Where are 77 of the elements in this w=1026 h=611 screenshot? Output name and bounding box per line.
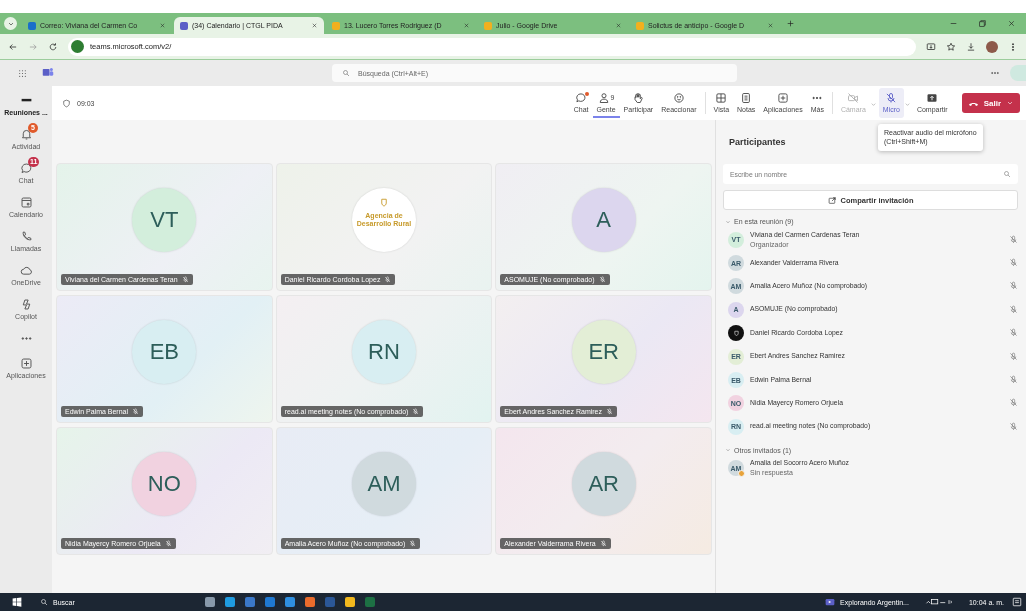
mic-off-icon <box>1009 304 1018 314</box>
mic-off-icon <box>1009 351 1018 361</box>
unread-dot <box>584 92 589 96</box>
avatar-initials: AM <box>352 452 416 516</box>
profile-avatar-icon[interactable] <box>986 40 998 53</box>
mic-off-icon <box>885 91 898 104</box>
search-icon <box>40 598 48 606</box>
close-icon[interactable] <box>311 22 318 29</box>
chevron-icon <box>725 218 731 225</box>
shield-icon <box>62 98 71 108</box>
chevron-icon <box>725 447 731 453</box>
close-icon[interactable] <box>767 22 774 29</box>
windows-start-icon[interactable] <box>12 597 22 607</box>
apps-icon <box>777 91 789 104</box>
mic-off-icon <box>1009 421 1018 431</box>
smile-icon <box>672 91 685 104</box>
close-icon[interactable] <box>463 22 470 29</box>
close-icon[interactable] <box>1007 19 1016 28</box>
notifications-icon[interactable] <box>1012 597 1022 607</box>
cloud-icon <box>19 264 33 277</box>
new-tab-icon[interactable] <box>786 19 795 28</box>
mic-off-icon <box>1009 375 1018 385</box>
search-icon <box>1003 170 1011 178</box>
apps-icon <box>19 357 33 370</box>
avatar-initials: ER <box>571 320 636 384</box>
emblem-icon <box>731 328 741 338</box>
mic-off-icon <box>1009 258 1018 268</box>
restore-icon[interactable] <box>978 19 987 28</box>
star-icon[interactable] <box>946 41 956 52</box>
mic-off-icon <box>1009 398 1018 408</box>
avatar-initials: NO <box>132 452 197 516</box>
mic-off-icon <box>1009 234 1018 244</box>
mic-off-icon <box>384 276 392 283</box>
avatar-initials: AR <box>571 452 636 516</box>
chat-icon <box>19 162 33 175</box>
share-icon <box>827 195 837 205</box>
mic-off-icon <box>409 540 417 547</box>
avatar-initials: RN <box>352 320 416 384</box>
emblem-icon <box>378 197 390 209</box>
mic-off-icon <box>1009 281 1018 291</box>
mic-off-icon <box>599 540 607 547</box>
chevron-down-icon <box>1006 99 1014 107</box>
leave-button[interactable]: Salir <box>961 93 1020 113</box>
chat-icon <box>575 91 588 104</box>
avatar-initials: A <box>571 188 636 252</box>
camera-off-icon <box>847 91 860 104</box>
reload-icon[interactable] <box>48 41 58 52</box>
teams-logo-icon[interactable] <box>42 66 54 78</box>
mic-off-icon <box>132 408 140 415</box>
close-icon[interactable] <box>615 22 622 29</box>
layout-icon <box>715 91 728 104</box>
app-launcher-icon[interactable] <box>18 68 27 78</box>
close-icon[interactable] <box>159 22 166 29</box>
panel-title: Participantes <box>729 137 786 147</box>
forward-icon[interactable] <box>28 41 38 52</box>
copilot-icon <box>19 298 33 311</box>
people-icon <box>597 91 610 104</box>
avatar-initials: VT <box>132 188 197 252</box>
share-icon <box>926 91 939 104</box>
mic-off-icon <box>412 408 420 415</box>
back-icon[interactable] <box>8 41 18 52</box>
avatar-initials: EB <box>132 320 197 384</box>
mic-off-icon <box>181 276 189 283</box>
download-icon[interactable] <box>966 41 976 52</box>
mic-off-icon <box>606 408 613 415</box>
hand-icon <box>632 91 645 104</box>
bell-icon <box>19 128 33 141</box>
calendar-icon <box>19 196 33 209</box>
notes-icon <box>740 91 753 104</box>
video-icon <box>825 597 836 607</box>
mic-off-icon <box>598 276 606 283</box>
phone-icon <box>19 230 33 243</box>
search-icon <box>342 69 350 77</box>
install-icon[interactable] <box>926 41 936 52</box>
mic-off-icon <box>1009 328 1018 338</box>
site-info-icon[interactable] <box>71 40 84 53</box>
mic-off-icon <box>164 540 172 547</box>
